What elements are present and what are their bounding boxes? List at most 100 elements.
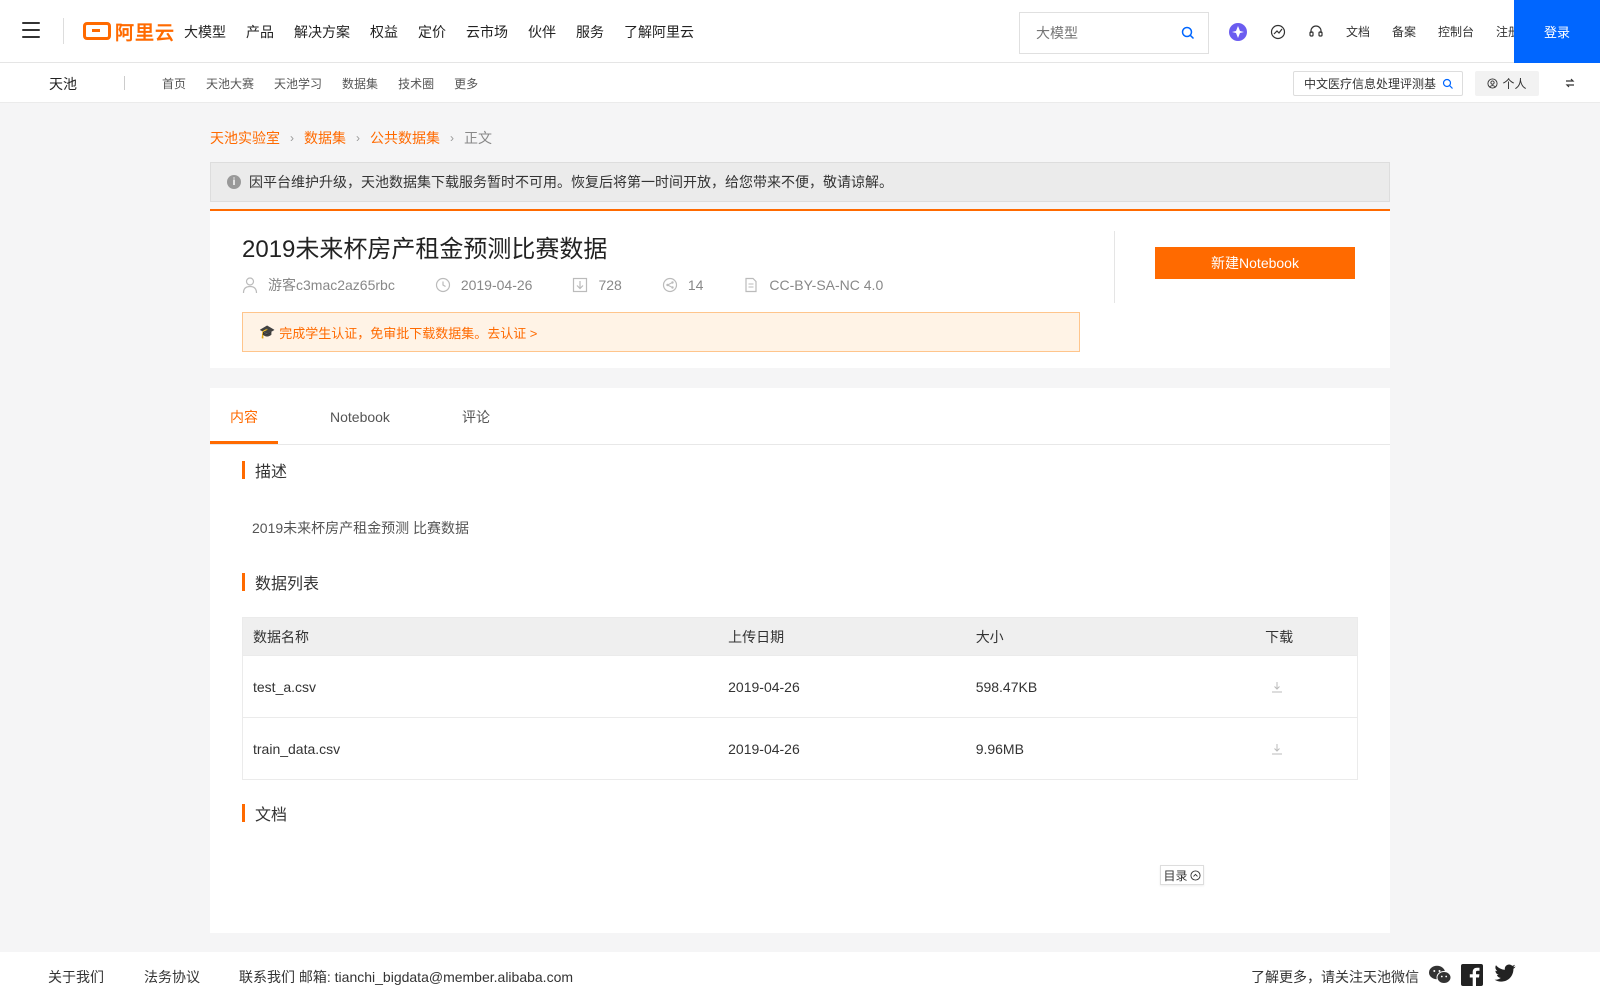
subnav-links: 首页 天池大赛 天池学习 数据集 技术圈 更多	[162, 63, 498, 103]
section-bar	[242, 573, 245, 591]
tianchi-brand[interactable]: 天池	[49, 74, 77, 94]
tab-content[interactable]: 内容	[230, 388, 258, 445]
content-card: 内容 Notebook 评论 描述 2019未来杯房产租金预测 比赛数据 数据列…	[210, 388, 1390, 933]
subnav-datasets[interactable]: 数据集	[342, 75, 378, 92]
student-cert-banner[interactable]: 🎓 完成学生认证，免审批下载数据集。去认证 >	[242, 312, 1080, 352]
file-name: train_data.csv	[253, 740, 341, 757]
chevron-up-icon	[1189, 869, 1201, 881]
breadcrumb-tianchi-lab[interactable]: 天池实验室	[210, 128, 280, 148]
subnav-home[interactable]: 首页	[162, 75, 186, 92]
user-icon	[242, 277, 258, 294]
subnav-search-input[interactable]	[1304, 76, 1438, 91]
menu-item-pricing[interactable]: 定价	[418, 22, 446, 42]
menu-item-products[interactable]: 产品	[246, 22, 274, 42]
active-tab-indicator	[210, 441, 278, 444]
dashboard-icon[interactable]	[1270, 24, 1286, 40]
menu-item-partners[interactable]: 伙伴	[528, 22, 556, 42]
publish-date: 2019-04-26	[460, 277, 533, 293]
twitter-icon[interactable]	[1494, 964, 1516, 987]
table-row: test_a.csv 2019-04-26 598.47KB	[243, 655, 1357, 717]
new-notebook-button[interactable]: 新建Notebook	[1155, 247, 1355, 279]
data-file-table: 数据名称 上传日期 大小 下载 test_a.csv 2019-04-26 59…	[242, 617, 1358, 780]
switch-icon[interactable]	[1564, 77, 1576, 89]
subnav-learning[interactable]: 天池学习	[274, 75, 322, 92]
breadcrumb-datasets[interactable]: 数据集	[304, 128, 346, 148]
icp-filing-link[interactable]: 备案	[1392, 23, 1416, 40]
file-size: 598.47KB	[975, 678, 1038, 695]
download-count: 728	[598, 277, 622, 293]
menu-item-llm[interactable]: 大模型	[184, 22, 226, 42]
menu-icon[interactable]	[22, 22, 40, 38]
aliyun-logo[interactable]: 阿里云	[83, 19, 176, 44]
toc-label: 目录	[1163, 868, 1188, 883]
file-date: 2019-04-26	[728, 678, 800, 695]
meta-date: 2019-04-26	[435, 277, 533, 293]
menu-item-marketplace[interactable]: 云市场	[466, 22, 508, 42]
download-icon[interactable]	[1271, 681, 1283, 693]
column-header-size: 大小	[975, 628, 1004, 645]
cert-text: 完成学生认证，免审批下载数据集。去认证 >	[279, 325, 538, 341]
search-icon[interactable]	[1180, 25, 1196, 41]
download-icon[interactable]	[1271, 743, 1283, 755]
chevron-right-icon: ›	[450, 131, 454, 145]
document-icon	[745, 277, 757, 293]
wechat-icon[interactable]	[1428, 964, 1452, 989]
footer-legal-link[interactable]: 法务协议	[144, 967, 200, 987]
breadcrumb-current: 正文	[464, 130, 492, 146]
tab-comments[interactable]: 评论	[462, 388, 490, 445]
section-title: 数据列表	[255, 576, 320, 593]
column-header-date: 上传日期	[728, 628, 785, 645]
info-icon: i	[227, 175, 241, 189]
ai-assistant-icon[interactable]	[1228, 22, 1248, 42]
breadcrumb: 天池实验室 › 数据集 › 公共数据集 › 正文	[210, 128, 492, 148]
logo-text: 阿里云	[115, 22, 176, 44]
table-row: train_data.csv 2019-04-26 9.96MB	[243, 717, 1357, 779]
download-cell	[1265, 681, 1357, 693]
section-bar	[242, 804, 245, 822]
toc-button[interactable]: 目录	[1160, 865, 1204, 885]
personal-button[interactable]: 个人	[1475, 71, 1539, 96]
console-link[interactable]: 控制台	[1438, 23, 1474, 40]
dataset-meta: 游客c3mac2az65rbc 2019-04-26 728 14 CC-BY-…	[242, 275, 923, 295]
section-bar	[242, 461, 245, 479]
headset-icon[interactable]	[1308, 24, 1324, 40]
menu-item-about-aliyun[interactable]: 了解阿里云	[624, 22, 694, 42]
subnav-tech-circle[interactable]: 技术圈	[398, 75, 434, 92]
dataset-header-card: 2019未来杯房产租金预测比赛数据 游客c3mac2az65rbc 2019-0…	[210, 209, 1390, 368]
section-title: 文档	[255, 807, 288, 824]
description-text: 2019未来杯房产租金预测 比赛数据	[252, 520, 470, 536]
chevron-right-icon: ›	[290, 131, 294, 145]
section-data-list-header: 数据列表	[242, 570, 319, 594]
top-navigation: 阿里云 大模型 产品 解决方案 权益 定价 云市场 伙伴 服务 了解阿里云 文档…	[0, 0, 1600, 63]
tianchi-subnav: 天池 首页 天池大赛 天池学习 数据集 技术圈 更多 个人	[0, 63, 1600, 103]
content-tabs: 内容 Notebook 评论	[210, 388, 1390, 445]
menu-item-services[interactable]: 服务	[576, 22, 604, 42]
maintenance-notice: i 因平台维护升级，天池数据集下载服务暂时不可用。恢复后将第一时间开放，给您带来…	[210, 162, 1390, 202]
menu-item-solutions[interactable]: 解决方案	[294, 22, 350, 42]
meta-author[interactable]: 游客c3mac2az65rbc	[242, 275, 395, 295]
section-title: 描述	[255, 464, 288, 481]
meta-license: CC-BY-SA-NC 4.0	[743, 277, 883, 293]
dataset-title: 2019未来杯房产租金预测比赛数据	[242, 236, 608, 263]
search-icon[interactable]	[1442, 78, 1454, 90]
subnav-more[interactable]: 更多	[454, 75, 478, 92]
notice-text: 因平台维护升级，天池数据集下载服务暂时不可用。恢复后将第一时间开放，给您带来不便…	[249, 174, 893, 190]
docs-link[interactable]: 文档	[1346, 23, 1370, 40]
footer-about-link[interactable]: 关于我们	[48, 967, 104, 987]
share-icon	[662, 277, 677, 293]
personal-label: 个人	[1502, 77, 1527, 91]
global-search-input[interactable]	[1036, 25, 1176, 41]
breadcrumb-public-datasets[interactable]: 公共数据集	[370, 128, 440, 148]
meta-downloads: 728	[572, 277, 622, 293]
tab-notebook[interactable]: Notebook	[330, 388, 390, 445]
header-divider	[1114, 231, 1115, 303]
download-cell	[1265, 743, 1357, 755]
subnav-competitions[interactable]: 天池大赛	[206, 75, 254, 92]
menu-item-benefits[interactable]: 权益	[370, 22, 398, 42]
facebook-icon[interactable]	[1461, 964, 1483, 989]
aliyun-logo-icon	[83, 22, 111, 40]
login-button[interactable]: 登录	[1514, 0, 1600, 63]
file-date: 2019-04-26	[728, 740, 800, 757]
section-description-header: 描述	[242, 458, 287, 482]
file-name: test_a.csv	[253, 678, 317, 695]
